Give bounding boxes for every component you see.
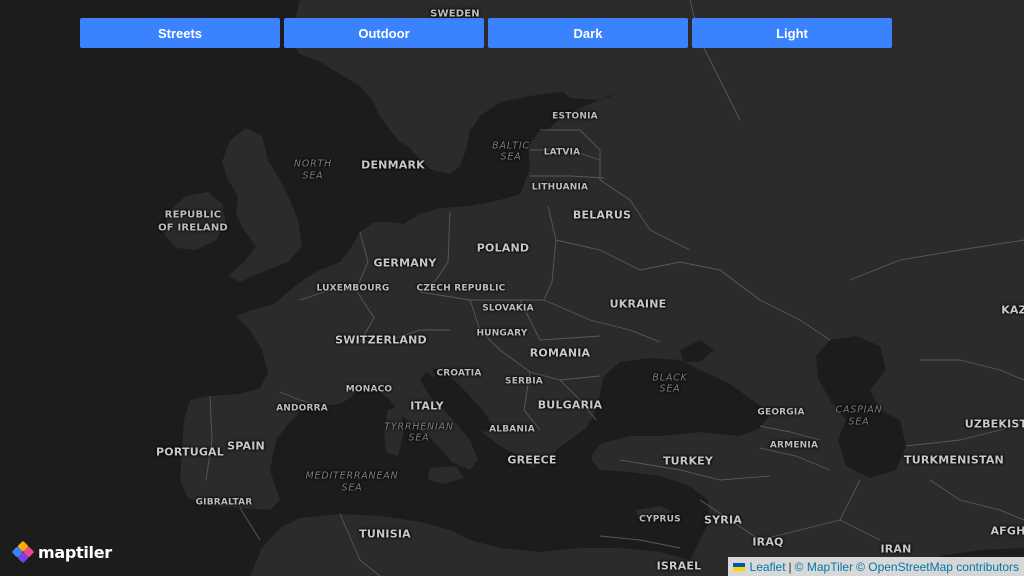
label-albania: ALBANIA <box>489 424 535 435</box>
label-germany: GERMANY <box>373 256 437 270</box>
ukraine-flag-icon <box>732 563 745 571</box>
label-czech-republic: CZECH REPUBLIC <box>416 283 506 294</box>
label-cyprus: CYPRUS <box>639 514 681 525</box>
label-portugal: PORTUGAL <box>156 445 224 459</box>
label-georgia: GEORGIA <box>757 407 805 418</box>
label-armenia: ARMENIA <box>769 440 819 451</box>
attribution-control: Leaflet | © MapTiler © OpenStreetMap con… <box>727 557 1024 576</box>
label-lithuania: LITHUANIA <box>531 182 589 193</box>
label-tunisia: TUNISIA <box>359 527 411 541</box>
label-serbia: SERBIA <box>505 376 543 387</box>
label-tyrrhenian-sea-line2: SEA <box>408 432 430 444</box>
style-dark-button[interactable]: Dark <box>488 18 688 48</box>
label-hungary: HUNGARY <box>476 328 528 339</box>
label-afghanistan: AFGH <box>990 524 1024 538</box>
label-black-sea-line2: SEA <box>659 383 681 395</box>
label-latvia: LATVIA <box>543 147 581 158</box>
label-bulgaria: BULGARIA <box>537 398 603 412</box>
label-iran: IRAN <box>880 542 912 556</box>
maptiler-attribution-link[interactable]: © MapTiler <box>795 559 853 576</box>
label-italy: ITALY <box>410 399 444 413</box>
label-poland: POLAND <box>476 241 530 255</box>
style-streets-button[interactable]: Streets <box>80 18 280 48</box>
style-outdoor-button[interactable]: Outdoor <box>284 18 484 48</box>
style-light-button[interactable]: Light <box>692 18 892 48</box>
label-mediterranean-sea-line2: SEA <box>341 482 363 494</box>
label-andorra: ANDORRA <box>276 403 328 414</box>
map-style-switcher: Streets Outdoor Dark Light <box>80 18 892 48</box>
osm-attribution-link[interactable]: © OpenStreetMap contributors <box>856 559 1019 576</box>
label-sweden: SWEDEN <box>430 8 480 20</box>
label-estonia: ESTONIA <box>552 111 598 122</box>
label-uzbekistan: UZBEKIST <box>964 417 1024 431</box>
map-tiles[interactable] <box>0 0 1024 576</box>
label-baltic-sea-line2: SEA <box>500 151 522 163</box>
label-caspian-sea-line2: SEA <box>848 416 870 428</box>
label-spain: SPAIN <box>227 439 265 453</box>
label-romania: ROMANIA <box>529 346 591 360</box>
attribution-separator: | <box>788 559 792 574</box>
label-iraq: IRAQ <box>752 535 784 549</box>
label-turkmenistan: TURKMENISTAN <box>904 453 1004 467</box>
label-denmark: DENMARK <box>361 158 425 172</box>
label-greece: GREECE <box>507 453 557 467</box>
label-north-sea-line2: SEA <box>302 170 324 182</box>
label-belarus: BELARUS <box>572 208 632 222</box>
leaflet-link[interactable]: Leaflet <box>750 559 786 576</box>
map-container[interactable]: Streets Outdoor Dark Light SWEDEN ESTONI… <box>0 0 1024 576</box>
label-monaco: MONACO <box>345 384 393 395</box>
label-syria: SYRIA <box>704 513 742 527</box>
label-luxembourg: LUXEMBOURG <box>316 283 390 294</box>
maptiler-logo-icon <box>12 541 34 563</box>
label-slovakia: SLOVAKIA <box>482 303 534 314</box>
label-kazakhstan: KAZ <box>1001 303 1024 317</box>
label-turkey: TURKEY <box>662 454 714 468</box>
label-ireland-line1: REPUBLIC <box>164 209 222 221</box>
label-ukraine: UKRAINE <box>609 297 667 311</box>
maptiler-logo-text: maptiler <box>38 542 112 562</box>
label-israel: ISRAEL <box>656 559 702 573</box>
maptiler-logo[interactable]: maptiler <box>12 541 112 563</box>
label-gibraltar: GIBRALTAR <box>195 497 253 508</box>
label-croatia: CROATIA <box>436 368 482 379</box>
label-ireland-line2: OF IRELAND <box>158 222 228 234</box>
label-switzerland: SWITZERLAND <box>335 333 427 347</box>
